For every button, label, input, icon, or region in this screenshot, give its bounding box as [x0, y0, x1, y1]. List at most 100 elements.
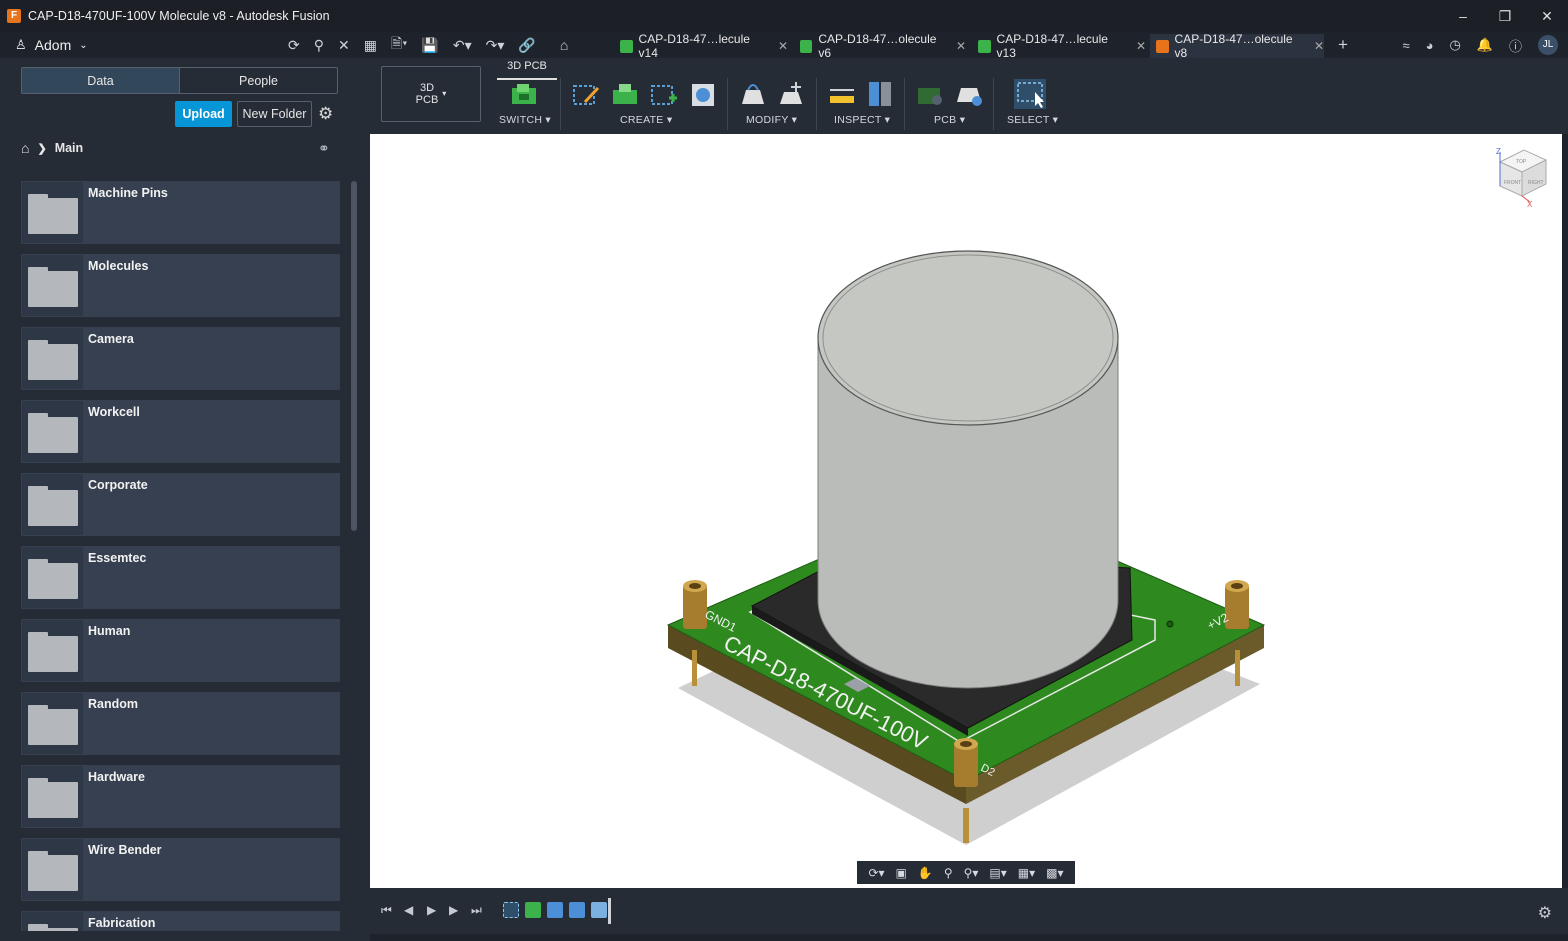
zoom-icon[interactable]: ⚲: [944, 866, 953, 880]
grid-menu-icon[interactable]: ▦: [364, 37, 377, 54]
home-icon[interactable]: ⌂: [21, 140, 29, 156]
close-panel-icon[interactable]: ✕: [338, 37, 350, 54]
folder-item[interactable]: Human: [21, 619, 340, 682]
viewcube-front[interactable]: FRONT: [1504, 180, 1521, 186]
switch-board-icon[interactable]: [509, 78, 539, 110]
viewcube[interactable]: TOP FRONT RIGHT Z X: [1496, 147, 1548, 209]
search-icon[interactable]: ⚲: [314, 37, 324, 54]
folder-item[interactable]: Wire Bender: [21, 838, 340, 901]
doc-tab-3[interactable]: CAP-D18-47…lecule v13 ✕: [972, 32, 1146, 60]
create-3d-body-icon[interactable]: [688, 78, 718, 110]
refresh-icon[interactable]: ⟳: [288, 37, 300, 54]
timeline-board-feature[interactable]: [525, 902, 541, 918]
sketch-icon[interactable]: [571, 78, 601, 110]
display-settings-icon[interactable]: ▤▾: [989, 866, 1006, 880]
viewcube-right[interactable]: RIGHT: [1528, 180, 1544, 186]
timeline-feature[interactable]: [547, 902, 563, 918]
workspace-switcher[interactable]: 3D PCB ▾: [381, 66, 481, 122]
switch-group-label[interactable]: SWITCH ▾: [499, 114, 551, 126]
grid-settings-icon[interactable]: ▦▾: [1018, 866, 1035, 880]
redo-icon[interactable]: ↷▾: [486, 37, 505, 54]
folder-name: Corporate: [88, 478, 148, 492]
online-status-icon[interactable]: ◕: [1426, 38, 1434, 53]
go-to-start-icon[interactable]: ⏮: [381, 903, 392, 918]
pcb-3d-model[interactable]: CAP-D18-470UF-100V GND1 +V2 D2 TOP FRONT…: [370, 134, 1562, 888]
step-back-icon[interactable]: ◀: [404, 903, 413, 917]
pcb-settings-icon[interactable]: [954, 78, 984, 110]
doc-tab-2[interactable]: CAP-D18-47…olecule v6 ✕: [794, 32, 966, 60]
pan-icon[interactable]: ✋: [918, 866, 933, 880]
save-icon[interactable]: 💾: [421, 37, 438, 54]
step-forward-icon[interactable]: ▶: [449, 903, 458, 917]
team-selector[interactable]: ♙ Adom ⌄: [15, 37, 88, 53]
gear-icon[interactable]: ⚙: [318, 104, 333, 124]
viewcube-top[interactable]: TOP: [1516, 159, 1527, 165]
select-group-label[interactable]: SELECT ▾: [1007, 114, 1058, 126]
folder-item[interactable]: Machine Pins: [21, 181, 340, 244]
folder-item[interactable]: Workcell: [21, 400, 340, 463]
notifications-icon[interactable]: 🔔: [1477, 37, 1493, 53]
folder-name: Wire Bender: [88, 843, 162, 857]
job-status-icon[interactable]: ◷: [1449, 37, 1460, 53]
new-folder-button[interactable]: New Folder: [237, 101, 312, 127]
folder-item[interactable]: Random: [21, 692, 340, 755]
folder-item[interactable]: Camera: [21, 327, 340, 390]
pcb-group-label[interactable]: PCB ▾: [934, 114, 965, 126]
tab-data[interactable]: Data: [22, 68, 180, 93]
select-icon[interactable]: [1013, 78, 1047, 110]
tab-people[interactable]: People: [180, 68, 337, 93]
folder-name: Molecules: [88, 259, 149, 273]
move-icon[interactable]: [776, 78, 806, 110]
timeline-feature[interactable]: [569, 902, 585, 918]
measure-icon[interactable]: [827, 78, 857, 110]
folder-item[interactable]: Fabrication: [21, 911, 340, 931]
timeline-feature[interactable]: [591, 902, 607, 918]
create-board-icon[interactable]: [610, 78, 640, 110]
close-window-button[interactable]: ✕: [1526, 0, 1568, 32]
canvas-viewport[interactable]: CAP-D18-470UF-100V GND1 +V2 D2 TOP FRONT…: [370, 134, 1562, 888]
folder-item[interactable]: Corporate: [21, 473, 340, 536]
tab-3d-pcb[interactable]: 3D PCB: [497, 58, 557, 80]
pcb-link-icon[interactable]: [915, 78, 945, 110]
timeline-marker[interactable]: [608, 898, 611, 924]
look-at-icon[interactable]: ▣: [896, 866, 907, 880]
go-to-end-icon[interactable]: ⏭: [471, 903, 482, 918]
viewports-icon[interactable]: ▩▾: [1046, 866, 1063, 880]
extensions-icon[interactable]: ≈: [1402, 38, 1409, 53]
section-analysis-icon[interactable]: [865, 78, 895, 110]
timeline-settings-icon[interactable]: ⚙: [1538, 903, 1552, 923]
folder-item[interactable]: Hardware: [21, 765, 340, 828]
minimize-button[interactable]: –: [1442, 0, 1484, 32]
user-avatar[interactable]: JL: [1538, 35, 1558, 55]
maximize-button[interactable]: ❐: [1484, 0, 1526, 32]
help-icon[interactable]: ⓘ: [1509, 36, 1522, 55]
play-icon[interactable]: ▶: [427, 903, 436, 917]
breadcrumb-main[interactable]: Main: [55, 141, 83, 155]
file-menu-icon[interactable]: 🗎▾: [391, 33, 407, 57]
timeline-sketch-feature[interactable]: [503, 902, 519, 918]
globe-icon[interactable]: ⚭: [318, 140, 330, 157]
upload-button[interactable]: Upload: [175, 101, 232, 127]
close-tab-icon[interactable]: ✕: [778, 39, 788, 53]
home-icon[interactable]: ⌂: [560, 37, 568, 53]
modify-group-label[interactable]: MODIFY ▾: [746, 114, 797, 126]
create-group-label[interactable]: CREATE ▾: [620, 114, 672, 126]
close-tab-icon[interactable]: ✕: [956, 39, 966, 53]
scrollbar[interactable]: [351, 181, 357, 531]
zoom-window-icon[interactable]: ⚲▾: [964, 866, 979, 880]
close-tab-icon[interactable]: ✕: [1314, 39, 1324, 53]
undo-icon[interactable]: ↶▾: [453, 37, 472, 54]
link-icon[interactable]: 🔗: [518, 37, 535, 54]
close-tab-icon[interactable]: ✕: [1136, 39, 1146, 53]
orbit-icon[interactable]: ⟳▾: [868, 866, 884, 880]
doc-tab-active[interactable]: CAP-D18-47…olecule v8 ✕: [1150, 32, 1324, 60]
workspace-label-1: 3D: [419, 82, 435, 94]
new-tab-icon[interactable]: +: [1338, 35, 1348, 55]
doc-tab-1[interactable]: CAP-D18-47…lecule v14 ✕: [614, 32, 788, 60]
create-shape-icon[interactable]: [649, 78, 679, 110]
folder-item[interactable]: Essemtec: [21, 546, 340, 609]
modify-component-icon[interactable]: [738, 78, 768, 110]
inspect-group-label[interactable]: INSPECT ▾: [834, 114, 890, 126]
folder-item[interactable]: Molecules: [21, 254, 340, 317]
window-title: CAP-D18-470UF-100V Molecule v8 - Autodes…: [28, 9, 330, 23]
